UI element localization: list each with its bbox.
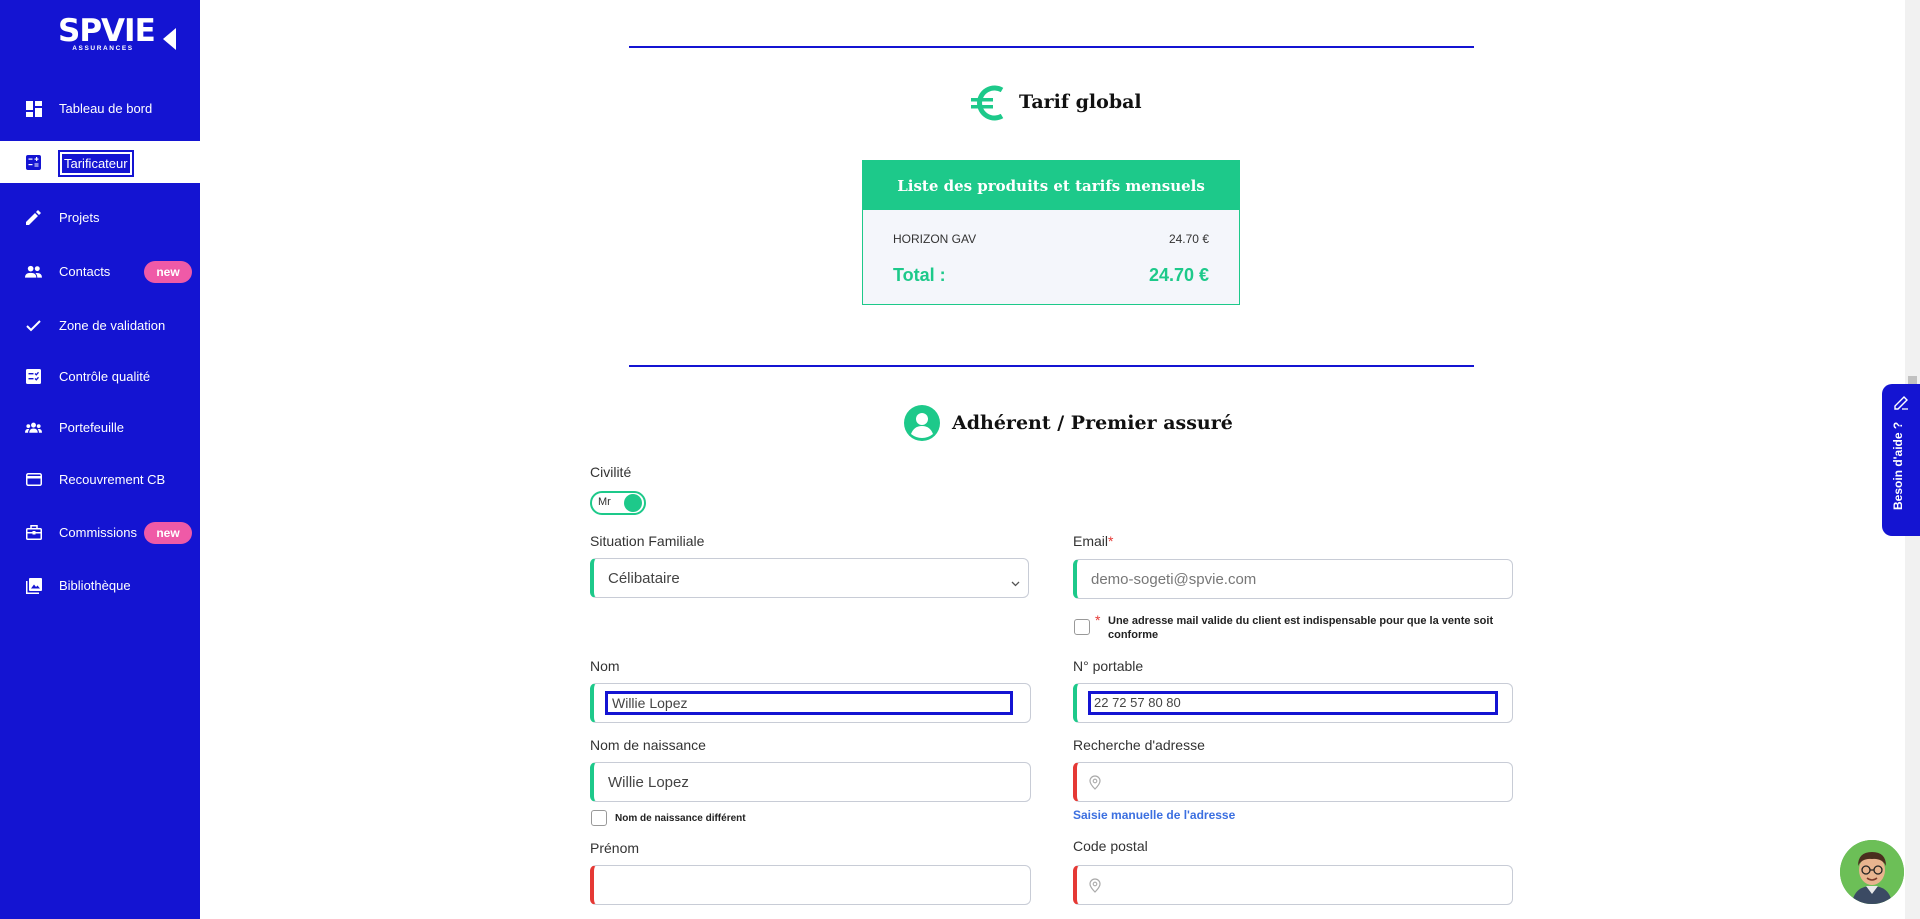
tarif-global-title: Tarif global	[1019, 91, 1142, 113]
briefcase-icon	[25, 524, 42, 541]
email-value: demo-sogeti@spvie.com	[1091, 571, 1257, 588]
scrollbar-thumb[interactable]	[1908, 376, 1917, 384]
email-field[interactable]: demo-sogeti@spvie.com	[1073, 559, 1513, 599]
assistant-avatar[interactable]	[1840, 840, 1904, 904]
sidebar-item-label: Contacts	[59, 264, 111, 279]
portable-label: N° portable	[1073, 658, 1144, 674]
portable-field[interactable]: 22 72 57 80 80	[1073, 683, 1513, 723]
sidebar-item-label: Bibliothèque	[59, 578, 131, 593]
sidebar-item-label: Projets	[59, 210, 100, 225]
situation-select[interactable]: Célibataire	[590, 558, 1029, 598]
checklist-icon	[25, 368, 42, 385]
sidebar-item-recouvrement-cb[interactable]: Recouvrement CB	[0, 458, 200, 500]
credit-card-icon	[25, 471, 42, 488]
dashboard-icon	[25, 100, 42, 117]
nom-value: Willie Lopez	[612, 695, 688, 711]
logo-main-text: SPVIE	[58, 13, 156, 49]
naissance-diff-label: Nom de naissance différent	[615, 813, 746, 824]
location-pin-icon	[1089, 775, 1101, 790]
collapse-sidebar-icon[interactable]	[163, 28, 176, 50]
sidebar-item-label: Portefeuille	[59, 420, 125, 435]
pencil-icon	[25, 209, 42, 226]
product-name: HORIZON GAV	[893, 232, 977, 246]
situation-label: Situation Familiale	[590, 533, 705, 549]
help-label: Besoin d'aide ?	[1891, 421, 1905, 510]
section-divider	[629, 46, 1474, 48]
total-value: 24.70 €	[1148, 265, 1209, 285]
new-badge: new	[144, 261, 192, 283]
location-pin-icon	[1089, 878, 1101, 893]
tarif-card-title: Liste des produits et tarifs mensuels	[863, 161, 1239, 210]
prenom-field[interactable]	[590, 865, 1031, 905]
prenom-label: Prénom	[590, 840, 640, 856]
adresse-label: Recherche d'adresse	[1073, 737, 1205, 753]
email-consent-checkbox[interactable]	[1074, 619, 1090, 635]
sidebar-item-label: Zone de validation	[59, 318, 166, 333]
civilite-toggle[interactable]: Mr	[590, 491, 646, 515]
user-circle-icon	[904, 405, 940, 441]
required-asterisk: *	[1108, 533, 1114, 549]
edit-icon	[1893, 395, 1909, 416]
sidebar-item-label: Commissions	[59, 525, 138, 540]
group-icon	[25, 419, 42, 436]
tarif-summary-card: Liste des produits et tarifs mensuels HO…	[862, 160, 1240, 305]
sidebar-item-tableau-de-bord[interactable]: Tableau de bord	[0, 87, 200, 129]
product-price: 24.70 €	[1168, 232, 1209, 246]
help-tab[interactable]: Besoin d'aide ?	[1882, 384, 1920, 536]
chevron-down-icon	[1011, 574, 1020, 592]
sidebar-item-zone-de-validation[interactable]: Zone de validation	[0, 304, 200, 346]
new-badge: new	[144, 522, 192, 544]
total-label: Total :	[893, 265, 946, 285]
situation-value: Célibataire	[608, 570, 680, 587]
adresse-manual-link[interactable]: Saisie manuelle de l'adresse	[1073, 808, 1235, 822]
email-label: Email*	[1073, 533, 1113, 549]
sidebar: SPVIE ASSURANCES Tableau de bord Tarific…	[0, 0, 200, 919]
civilite-label: Civilité	[590, 464, 632, 480]
sidebar-item-label: Tarificateur	[58, 150, 134, 177]
sidebar-item-label: Contrôle qualité	[59, 369, 151, 384]
portable-value: 22 72 57 80 80	[1094, 695, 1181, 710]
adherent-title: Adhérent / Premier assuré	[952, 412, 1233, 434]
code-postal-field[interactable]	[1073, 865, 1513, 905]
code-postal-label: Code postal	[1073, 838, 1148, 854]
calculator-icon	[25, 154, 42, 171]
email-notice: Une adresse mail valide du client est in…	[1108, 615, 1494, 641]
photo-library-icon	[25, 577, 42, 594]
sidebar-item-portefeuille[interactable]: Portefeuille	[0, 406, 200, 448]
sidebar-item-projets[interactable]: Projets	[0, 196, 200, 238]
sidebar-item-tarificateur[interactable]: Tarificateur	[0, 141, 200, 183]
nom-label: Nom	[590, 658, 620, 674]
toggle-knob	[624, 494, 642, 512]
euro-icon	[970, 84, 1008, 122]
adresse-search-field[interactable]	[1073, 762, 1513, 802]
check-icon	[25, 317, 42, 334]
sidebar-item-label: Recouvrement CB	[59, 472, 166, 487]
spvie-logo[interactable]: SPVIE ASSURANCES	[58, 13, 156, 58]
naissance-field[interactable]: Willie Lopez	[590, 762, 1031, 802]
sidebar-item-commissions[interactable]: Commissions new	[0, 511, 200, 553]
naissance-label: Nom de naissance	[590, 737, 706, 753]
sidebar-item-label: Tableau de bord	[59, 101, 153, 116]
naissance-value: Willie Lopez	[608, 774, 689, 791]
required-asterisk: *	[1095, 612, 1101, 628]
nom-field[interactable]: Willie Lopez	[590, 683, 1031, 723]
tarif-card-body: HORIZON GAV 24.70 € Total : 24.70 €	[863, 210, 1239, 304]
civilite-value: Mr	[598, 496, 611, 508]
email-label-text: Email	[1073, 533, 1109, 549]
naissance-diff-checkbox[interactable]	[591, 810, 607, 826]
section-divider	[629, 365, 1474, 367]
sidebar-item-bibliotheque[interactable]: Bibliothèque	[0, 564, 200, 606]
sidebar-item-contacts[interactable]: Contacts new	[0, 250, 200, 292]
people-icon	[25, 263, 42, 280]
sidebar-item-controle-qualite[interactable]: Contrôle qualité	[0, 355, 200, 397]
